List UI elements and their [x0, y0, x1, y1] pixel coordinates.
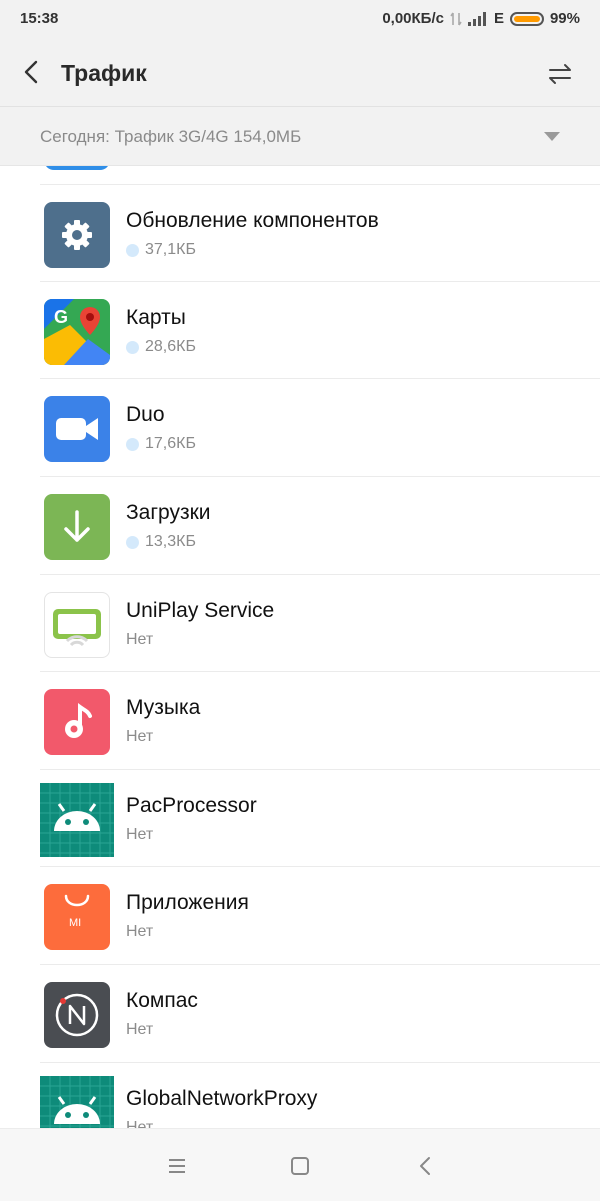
svg-text:G: G	[54, 307, 68, 327]
app-name: Загрузки	[126, 501, 211, 524]
usage-value: Нет	[126, 923, 154, 940]
usage-value: Нет	[126, 1021, 154, 1038]
app-usage: Нет	[126, 923, 153, 941]
list-item[interactable]: GlobalNetworkProxy Нет	[40, 1062, 600, 1128]
app-usage: 37,1КБ	[126, 241, 196, 259]
home-button[interactable]	[283, 1149, 317, 1183]
app-usage: Нет	[126, 631, 153, 649]
usage-value: Нет	[126, 728, 154, 745]
cast-screen-icon	[44, 592, 110, 658]
app-name: Карты	[126, 306, 186, 329]
network-type: E	[493, 10, 504, 27]
app-bar: Трафик	[0, 38, 600, 107]
app-name: GlobalNetworkProxy	[126, 1087, 318, 1110]
download-arrow-icon	[44, 494, 110, 560]
period-dropdown[interactable]: Сегодня: Трафик 3G/4G 154,0МБ	[0, 107, 600, 166]
menu-button[interactable]	[160, 1149, 194, 1183]
dropdown-caret-icon	[544, 132, 560, 141]
usage-dot-icon	[126, 340, 139, 354]
usage-dot-icon	[126, 243, 139, 257]
usage-value: Нет	[126, 1119, 154, 1128]
settings-gear-icon	[44, 202, 110, 268]
signal-icon	[467, 11, 486, 26]
android-icon	[40, 783, 114, 857]
list-item[interactable]: PacProcessor Нет	[40, 769, 600, 867]
list-item[interactable]: UniPlay Service Нет	[40, 574, 600, 672]
usage-value: 37,1КБ	[145, 241, 196, 258]
list-item[interactable]: Компас Нет	[40, 964, 600, 1062]
app-usage: Нет	[126, 728, 153, 746]
hamburger-icon	[169, 1159, 185, 1173]
status-bar: 15:38 0,00КБ/с E 99%	[0, 0, 600, 38]
status-right: 0,00КБ/с E 99%	[382, 10, 580, 27]
app-usage: 28,6КБ	[126, 338, 196, 356]
app-name: Приложения	[126, 891, 249, 914]
back-button[interactable]	[14, 54, 50, 90]
app-name: UniPlay Service	[126, 599, 275, 622]
battery-icon	[509, 11, 544, 26]
battery-percent: 99%	[549, 10, 580, 27]
period-label: Сегодня: Трафик 3G/4G 154,0МБ	[40, 127, 302, 146]
home-square-icon	[291, 1157, 309, 1175]
list-item[interactable]: Обновление компонентов 37,1КБ	[40, 184, 600, 282]
app-usage: 13,3КБ	[126, 533, 196, 551]
nav-back-button[interactable]	[409, 1149, 443, 1183]
usage-value: 13,3КБ	[145, 533, 196, 550]
list-item[interactable]: MI Приложения Нет	[40, 866, 600, 964]
app-name: PacProcessor	[126, 794, 257, 817]
app-usage: Нет	[126, 1119, 153, 1128]
list-item[interactable]: Музыка Нет	[40, 671, 600, 769]
data-transfer-icon	[450, 12, 462, 25]
switch-button[interactable]	[542, 56, 578, 92]
app-list[interactable]: Обновление компонентов 37,1КБ G Карты 28…	[0, 166, 600, 1128]
app-usage: Нет	[126, 826, 153, 844]
android-icon	[40, 1076, 114, 1128]
app-name: Музыка	[126, 696, 201, 719]
list-item[interactable]: Duo 17,6КБ	[40, 378, 600, 476]
app-name: Duo	[126, 403, 165, 426]
partial-app-icon	[44, 166, 110, 170]
usage-value: 17,6КБ	[145, 435, 196, 452]
status-time: 15:38	[20, 10, 59, 27]
maps-icon: G	[44, 299, 110, 365]
list-item[interactable]: Загрузки 13,3КБ	[40, 476, 600, 574]
svg-text:MI: MI	[69, 917, 81, 929]
compass-icon	[44, 982, 110, 1048]
network-speed: 0,00КБ/с	[382, 10, 444, 27]
usage-value: 28,6КБ	[145, 338, 196, 355]
chevron-left-icon	[420, 1157, 430, 1175]
page-title: Трафик	[61, 60, 147, 86]
app-usage: 17,6КБ	[126, 435, 196, 453]
duo-video-icon	[44, 396, 110, 462]
list-item[interactable]: G Карты 28,6КБ	[40, 281, 600, 379]
usage-value: Нет	[126, 826, 154, 843]
music-note-icon	[44, 689, 110, 755]
system-nav-bar	[0, 1128, 600, 1201]
app-usage: Нет	[126, 1021, 153, 1039]
usage-dot-icon	[126, 437, 139, 451]
mi-store-icon: MI	[44, 884, 110, 950]
app-name: Обновление компонентов	[126, 209, 379, 232]
app-name: Компас	[126, 989, 198, 1012]
swap-arrows-icon	[549, 64, 571, 84]
usage-dot-icon	[126, 535, 139, 549]
chevron-left-icon	[24, 60, 38, 84]
usage-value: Нет	[126, 631, 154, 648]
